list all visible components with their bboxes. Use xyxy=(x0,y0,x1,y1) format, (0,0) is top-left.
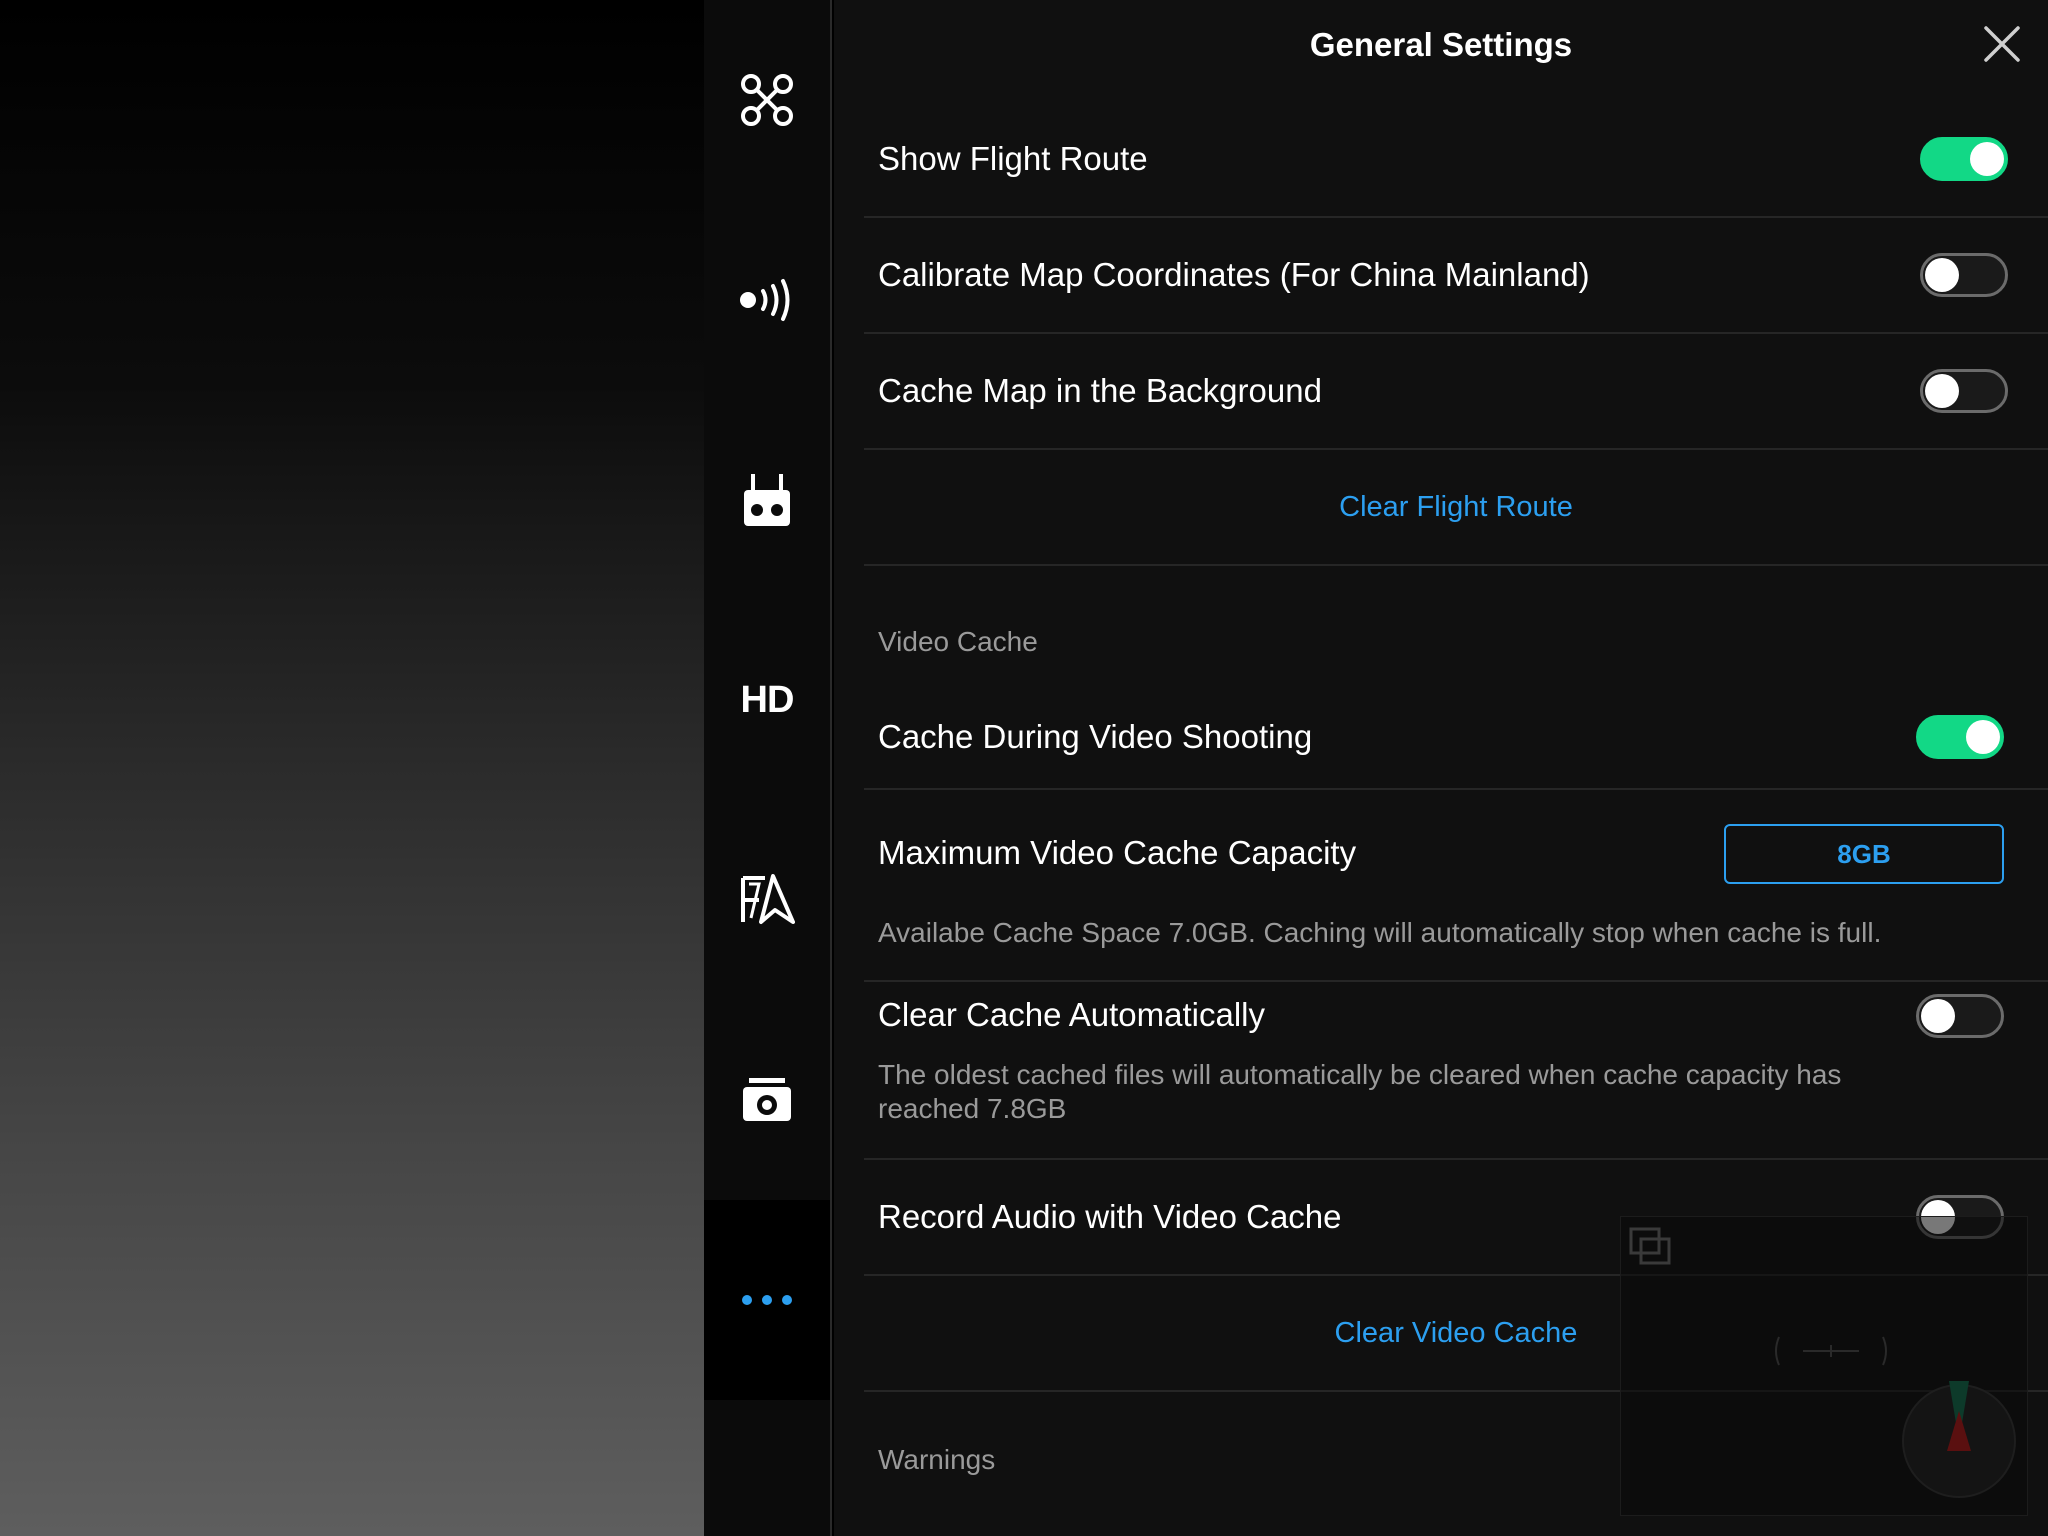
toggle-knob xyxy=(1925,258,1959,292)
tab-more[interactable] xyxy=(704,1200,830,1400)
calibrate-map-toggle[interactable] xyxy=(1920,253,2008,297)
max-cache-row: Maximum Video Cache Capacity 8GB Availab… xyxy=(864,790,2048,982)
toggle-knob xyxy=(1966,720,2000,754)
show-flight-route-toggle[interactable] xyxy=(1920,137,2008,181)
close-button[interactable] xyxy=(1980,22,2024,66)
signal-icon xyxy=(740,279,790,321)
warnings-heading: Warnings xyxy=(878,1444,996,1475)
clear-cache-auto-description: The oldest cached files will automatical… xyxy=(878,1059,1842,1124)
cache-map-label: Cache Map in the Background xyxy=(878,372,1322,409)
tab-aircraft[interactable] xyxy=(704,0,830,200)
battery-icon xyxy=(741,874,795,924)
show-flight-route-label: Show Flight Route xyxy=(878,140,1148,177)
clear-flight-route-row: Clear Flight Route xyxy=(864,450,2048,566)
max-cache-label: Maximum Video Cache Capacity xyxy=(878,834,1357,871)
horizon-indicator-icon xyxy=(1775,1336,1887,1366)
background-gradient xyxy=(0,0,704,1536)
tab-battery[interactable] xyxy=(704,800,830,1000)
tab-remote-controller[interactable] xyxy=(704,400,830,600)
cache-during-shooting-label: Cache During Video Shooting xyxy=(878,718,1313,755)
record-audio-label: Record Audio with Video Cache xyxy=(878,1198,1342,1235)
cache-map-row: Cache Map in the Background xyxy=(864,334,2048,450)
tab-hd[interactable]: HD xyxy=(704,600,830,800)
clear-video-cache-button[interactable]: Clear Video Cache xyxy=(1335,1317,1578,1350)
compass-icon xyxy=(1902,1381,2016,1498)
video-cache-section-header: Video Cache xyxy=(864,566,2048,686)
settings-tab-rail: HD xyxy=(704,0,832,1536)
drone-icon xyxy=(741,74,793,126)
cache-map-toggle[interactable] xyxy=(1920,369,2008,413)
calibrate-map-row: Calibrate Map Coordinates (For China Mai… xyxy=(864,218,2048,334)
page-title: General Settings xyxy=(1309,26,1573,63)
tab-camera[interactable] xyxy=(704,1000,830,1200)
more-icon xyxy=(742,1295,792,1305)
toggle-knob xyxy=(1970,142,2004,176)
calibrate-map-label: Calibrate Map Coordinates (For China Mai… xyxy=(878,256,1590,293)
tab-signal[interactable] xyxy=(704,200,830,400)
clear-cache-auto-label: Clear Cache Automatically xyxy=(878,996,1266,1033)
video-cache-heading: Video Cache xyxy=(878,626,1038,657)
clear-flight-route-button[interactable]: Clear Flight Route xyxy=(1339,491,1573,524)
hd-label: HD xyxy=(740,678,795,721)
panel-header: General Settings xyxy=(834,0,2048,90)
camera-icon xyxy=(743,1078,791,1121)
show-flight-route-row: Show Flight Route xyxy=(864,102,2048,218)
clear-cache-auto-row: Clear Cache Automatically The oldest cac… xyxy=(864,982,2048,1160)
cache-during-shooting-row: Cache During Video Shooting xyxy=(864,686,2048,790)
toggle-knob xyxy=(1921,999,1955,1033)
mini-map-overlay[interactable] xyxy=(1620,1216,2028,1516)
clear-cache-auto-toggle[interactable] xyxy=(1916,994,2004,1038)
max-cache-description: Availabe Cache Space 7.0GB. Caching will… xyxy=(878,917,1882,948)
max-cache-select[interactable]: 8GB xyxy=(1724,824,2004,884)
toggle-knob xyxy=(1925,374,1959,408)
cache-during-shooting-toggle[interactable] xyxy=(1916,715,2004,759)
close-icon xyxy=(1984,26,2020,62)
switch-view-icon[interactable] xyxy=(1629,1227,1673,1267)
remote-controller-icon xyxy=(744,474,790,526)
